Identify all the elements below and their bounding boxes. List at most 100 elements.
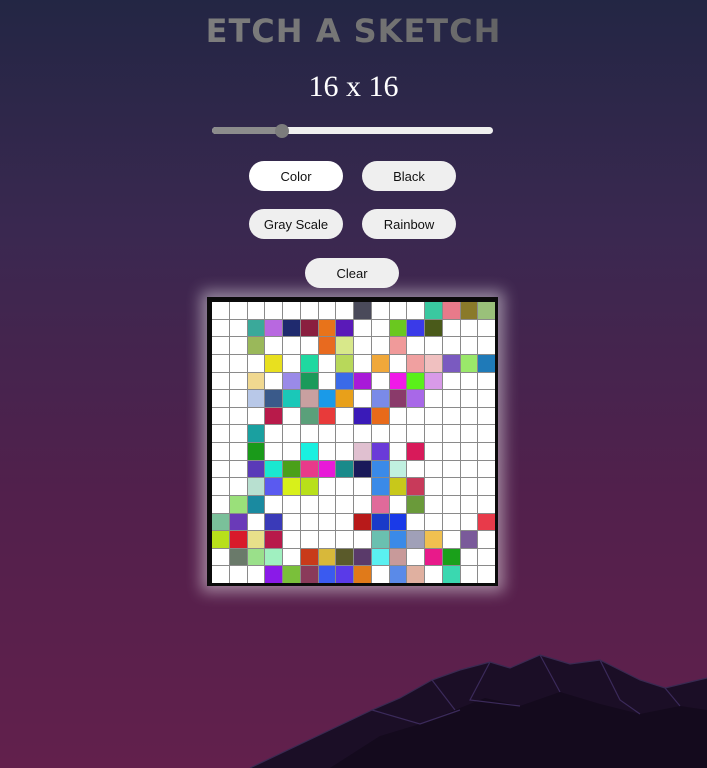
grid-cell[interactable] [354,354,371,372]
grid-cell[interactable] [442,495,460,513]
grid-cell[interactable] [389,478,407,495]
grid-cell[interactable] [460,319,478,337]
grid-cell[interactable] [371,531,389,548]
rainbow-button[interactable]: Rainbow [362,209,456,239]
grid-cell[interactable] [283,460,300,478]
grid-cell[interactable] [371,390,389,407]
grid-cell[interactable] [283,478,300,495]
grid-cell[interactable] [425,319,442,337]
grid-cell[interactable] [389,390,407,407]
grid-cell[interactable] [478,513,495,531]
grid-cell[interactable] [265,302,282,319]
grid-cell[interactable] [460,443,478,460]
grid-cell[interactable] [265,478,282,495]
grid-cell[interactable] [460,495,478,513]
grid-cell[interactable] [265,531,282,548]
grid-cell[interactable] [300,460,318,478]
grid-cell[interactable] [407,495,424,513]
grid-cell[interactable] [442,513,460,531]
grid-cell[interactable] [318,390,336,407]
grid-cell[interactable] [283,337,300,354]
grid-cell[interactable] [318,354,336,372]
grid-cell[interactable] [336,531,353,548]
grid-cell[interactable] [265,372,282,390]
grid-cell[interactable] [336,302,353,319]
grid-cell[interactable] [318,372,336,390]
grid-cell[interactable] [229,460,247,478]
grid-cell[interactable] [265,443,282,460]
grid-cell[interactable] [247,302,265,319]
grid-cell[interactable] [300,531,318,548]
grid-cell[interactable] [460,566,478,583]
grid-cell[interactable] [371,460,389,478]
grid-cell[interactable] [265,390,282,407]
grid-cell[interactable] [478,548,495,566]
grid-cell[interactable] [478,319,495,337]
grid-cell[interactable] [300,337,318,354]
grid-cell[interactable] [425,478,442,495]
grid-cell[interactable] [336,425,353,442]
grid-cell[interactable] [407,390,424,407]
grid-cell[interactable] [229,407,247,425]
grid-cell[interactable] [407,548,424,566]
sketch-grid[interactable] [212,302,495,583]
grid-cell[interactable] [425,513,442,531]
grid-cell[interactable] [460,337,478,354]
grid-cell[interactable] [247,495,265,513]
grid-cell[interactable] [318,478,336,495]
grid-cell[interactable] [265,425,282,442]
grid-cell[interactable] [283,443,300,460]
grid-cell[interactable] [247,337,265,354]
grid-cell[interactable] [442,319,460,337]
grid-cell[interactable] [460,372,478,390]
grid-cell[interactable] [283,495,300,513]
grid-cell[interactable] [425,566,442,583]
grid-cell[interactable] [229,548,247,566]
grid-cell[interactable] [265,319,282,337]
grid-cell[interactable] [442,390,460,407]
grid-cell[interactable] [283,531,300,548]
grid-cell[interactable] [283,513,300,531]
grid-cell[interactable] [247,478,265,495]
grid-cell[interactable] [336,460,353,478]
grid-cell[interactable] [407,443,424,460]
grid-cell[interactable] [212,513,229,531]
grid-cell[interactable] [460,390,478,407]
grid-cell[interactable] [336,337,353,354]
grid-cell[interactable] [336,372,353,390]
grid-cell[interactable] [425,548,442,566]
grid-cell[interactable] [354,495,371,513]
grid-cell[interactable] [283,407,300,425]
grid-cell[interactable] [318,425,336,442]
grid-cell[interactable] [212,566,229,583]
grid-cell[interactable] [407,566,424,583]
grid-cell[interactable] [318,513,336,531]
grid-cell[interactable] [229,443,247,460]
grid-cell[interactable] [371,407,389,425]
grid-cell[interactable] [229,372,247,390]
grid-cell[interactable] [478,478,495,495]
grid-cell[interactable] [318,319,336,337]
grid-cell[interactable] [389,443,407,460]
grid-cell[interactable] [478,407,495,425]
grid-cell[interactable] [336,319,353,337]
grid-cell[interactable] [425,443,442,460]
grid-cell[interactable] [425,495,442,513]
grid-cell[interactable] [371,548,389,566]
color-button[interactable]: Color [249,161,343,191]
grid-cell[interactable] [318,531,336,548]
grid-cell[interactable] [407,337,424,354]
grid-cell[interactable] [229,495,247,513]
grid-cell[interactable] [229,390,247,407]
grid-cell[interactable] [229,302,247,319]
grid-cell[interactable] [389,495,407,513]
grid-cell[interactable] [336,390,353,407]
grid-cell[interactable] [407,513,424,531]
grid-cell[interactable] [229,425,247,442]
grid-cell[interactable] [371,425,389,442]
grid-cell[interactable] [336,548,353,566]
grid-cell[interactable] [283,548,300,566]
grid-cell[interactable] [318,302,336,319]
grid-cell[interactable] [407,302,424,319]
grid-cell[interactable] [212,372,229,390]
